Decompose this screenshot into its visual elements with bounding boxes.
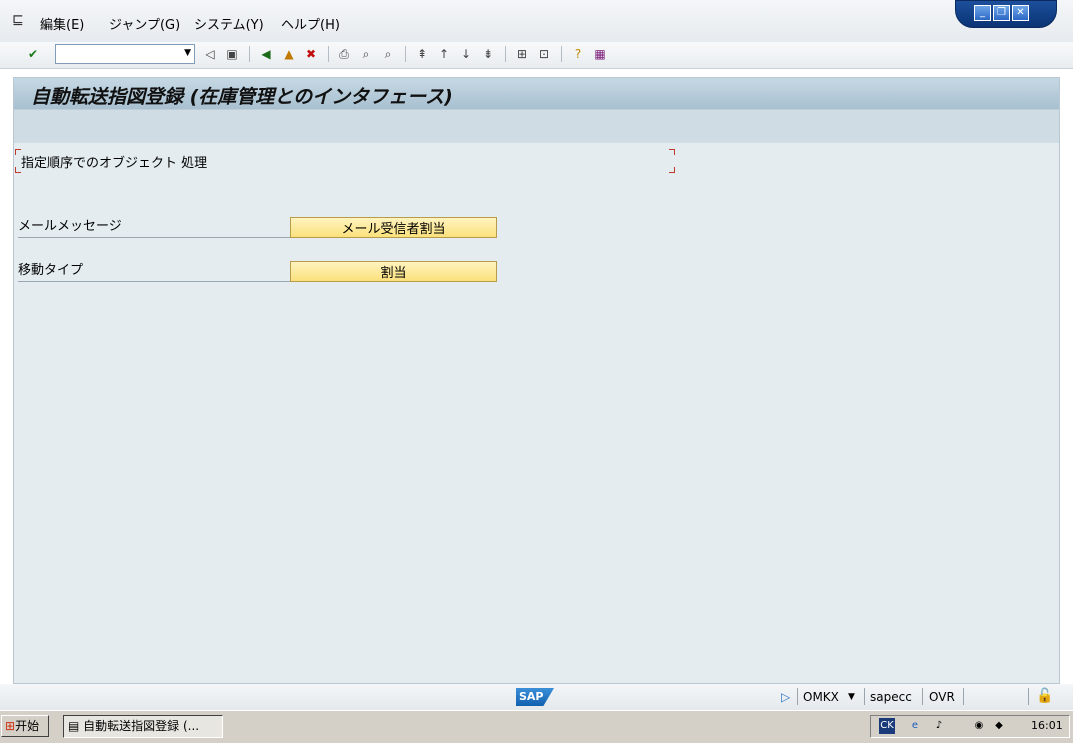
system-tray: CK e ♪ ◉ ◆ 16:01 [870,715,1070,738]
status-separator [963,688,964,705]
screen-area: 自動転送指図登録 (在庫管理とのインタフェース) 指定順序でのオブジェクト 処理… [13,77,1060,684]
collapse-left-icon[interactable]: ◁ [202,46,218,62]
menu-system[interactable]: システム(Y) [194,14,264,33]
command-field[interactable]: ▼ [55,44,195,64]
security-icon[interactable]: ◆ [991,718,1007,734]
print-icon[interactable]: ⎙ [336,46,352,62]
standard-toolbar: ✔ ▼ ◁ ▣ ◀ ▲ ✖ ⎙ ⌕ ⌕ ⇞ ↑ ↓ ⇟ ⊞ ⊡ ? ▦ [0,42,1073,69]
close-icon[interactable]: ✕ [1012,5,1029,21]
enter-check-icon[interactable]: ✔ [25,46,41,62]
status-bar: SAP ▷ OMKX ▼ sapecc OVR 🔓 [0,684,1073,710]
title-bar: 自動転送指図登録 (在庫管理とのインタフェース) [14,78,1059,109]
toolbar-separator [505,46,506,62]
status-dropdown-icon[interactable]: ▼ [848,692,855,702]
restore-icon[interactable]: ❐ [993,5,1010,21]
layout-menu-icon[interactable]: ▦ [592,46,608,62]
lock-icon[interactable]: 🔓 [1036,688,1053,704]
insert-mode[interactable]: OVR [929,690,955,704]
transaction-code: OMKX [803,690,839,704]
previous-page-icon[interactable]: ↑ [436,46,452,62]
page-title: 自動転送指図登録 (在庫管理とのインタフェース) [31,86,453,108]
window-controls: _ ❐ ✕ [955,0,1057,28]
toolbar-separator [328,46,329,62]
mail-message-label: メールメッセージ [18,219,291,238]
last-page-icon[interactable]: ⇟ [480,46,496,62]
assign-mail-recipient-button[interactable]: メール受信者割当 [290,217,497,238]
menu-goto[interactable]: ジャンプ(G) [109,14,180,33]
menu-edit[interactable]: 編集(E) [40,14,84,33]
menu-expand-icon[interactable]: ⊑ [12,12,24,28]
find-icon[interactable]: ⌕ [358,46,374,62]
back-icon[interactable]: ◀ [258,46,274,62]
next-page-icon[interactable]: ↓ [458,46,474,62]
find-next-icon[interactable]: ⌕ [380,46,396,62]
windows-logo-icon: ⊞ [5,719,16,733]
status-separator [922,688,923,705]
assign-movement-type-button[interactable]: 割当 [290,261,497,282]
group-label: 指定順序でのオブジェクト 処理 [21,156,208,171]
application-toolbar [14,109,1059,143]
toolbar-separator [405,46,406,62]
os-taskbar: ⊞开始 ▤ 自動転送指図登録 (... CK e ♪ ◉ ◆ 16:01 [0,710,1073,743]
dropdown-arrow-icon[interactable]: ▼ [184,48,191,58]
status-expand-icon[interactable]: ▷ [781,690,790,704]
status-separator [1028,688,1029,705]
ie-icon[interactable]: e [907,718,923,734]
sap-logo: SAP [516,688,554,706]
group-corner-tr [669,149,675,155]
save-icon[interactable]: ▣ [224,46,240,62]
status-separator [864,688,865,705]
help-icon[interactable]: ? [570,46,586,62]
tray-clock: 16:01 [1031,719,1063,732]
command-input[interactable] [56,45,180,63]
shortcut-icon[interactable]: ⊡ [536,46,552,62]
toolbar-separator [249,46,250,62]
server-name: sapecc [870,690,912,704]
menu-bar: ⊑ 編集(E) ジャンプ(G) システム(Y) ヘルプ(H) _ ❐ ✕ [0,0,1073,42]
toolbar-separator [561,46,562,62]
taskbar-window-button[interactable]: ▤ 自動転送指図登録 (... [63,715,223,738]
taskbar-window-label: 自動転送指図登録 (... [83,719,200,733]
create-session-icon[interactable]: ⊞ [514,46,530,62]
window-icon: ▤ [68,719,80,733]
input-method-icon[interactable]: CK [879,718,895,734]
exit-icon[interactable]: ▲ [281,46,297,62]
network-icon[interactable]: ◉ [971,718,987,734]
movement-type-label: 移動タイプ [18,263,291,282]
cancel-icon[interactable]: ✖ [303,46,319,62]
status-separator [797,688,798,705]
first-page-icon[interactable]: ⇞ [414,46,430,62]
start-button[interactable]: ⊞开始 [1,715,49,737]
start-label: 开始 [15,719,40,733]
menu-help[interactable]: ヘルプ(H) [281,14,340,33]
minimize-icon[interactable]: _ [974,5,991,21]
volume-icon[interactable]: ♪ [931,718,947,734]
group-corner-br [669,167,675,173]
